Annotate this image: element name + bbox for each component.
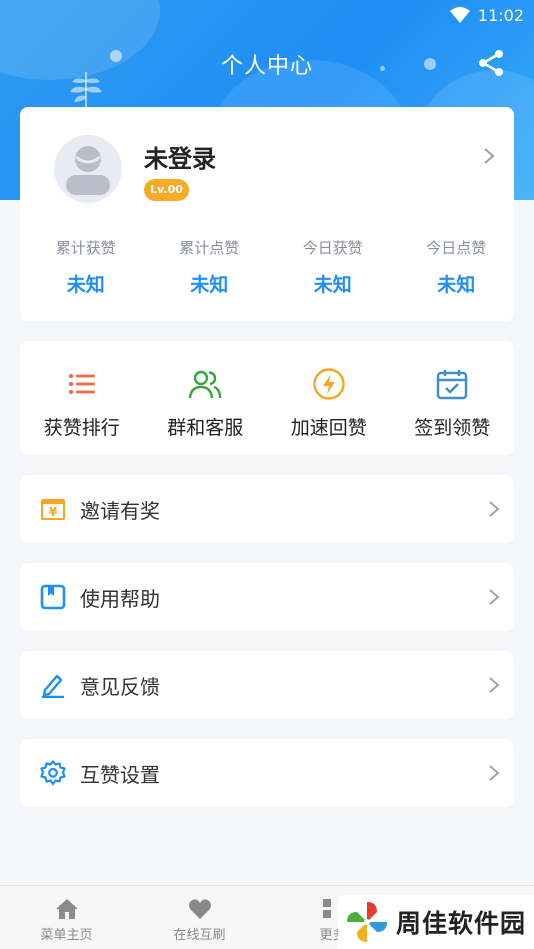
action-group-service[interactable]: 群和客服 [144,341,268,455]
pinwheel-logo-icon [347,902,387,942]
calendar-check-icon [437,370,468,400]
svg-text:¥: ¥ [49,505,58,519]
stat-label: 累计点赞 [179,239,240,257]
stat-value: 未知 [190,274,229,296]
action-label: 加速回赞 [290,417,367,439]
level-badge: Lv.00 [144,179,189,201]
stat-label: 累计获赞 [55,239,116,257]
action-label: 获赞排行 [43,417,120,439]
menu-label: 互赞设置 [80,762,160,787]
nav-label: 在线互刷 [173,928,226,943]
stat-total-received: 累计获赞 未知 [20,237,144,297]
action-label: 群和客服 [167,417,244,439]
stat-label: 今日点赞 [426,239,487,257]
menu-label: 邀请有奖 [80,498,160,523]
menu-invite-reward[interactable]: ¥ 邀请有奖 [20,475,514,543]
menu-help[interactable]: 使用帮助 [20,563,514,631]
action-sign-in[interactable]: 签到领赞 [391,341,515,455]
wifi-icon [449,7,470,23]
menu-label: 意见反馈 [80,674,160,699]
chevron-right-icon [489,501,500,517]
stat-today-received: 今日获赞 未知 [267,237,391,297]
stat-value: 未知 [313,274,352,296]
action-label: 签到领赞 [414,417,491,439]
chevron-right-icon [489,765,500,781]
share-icon[interactable] [476,48,506,78]
chevron-right-icon [489,589,500,605]
nav-online-brush[interactable]: 在线互刷 [133,886,266,949]
home-icon [55,899,78,919]
user-avatar-icon [66,146,110,195]
heart-icon [188,899,211,919]
watermark-text: 周佳软件园 [396,909,527,938]
stats-row: 累计获赞 未知 累计点赞 未知 今日获赞 未知 今日点赞 未知 [20,237,514,297]
chevron-right-icon[interactable] [482,147,496,165]
stat-label: 今日获赞 [302,239,363,257]
action-ranking[interactable]: 获赞排行 [20,341,144,455]
quick-actions-card: 获赞排行 群和客服 加速回赞 签到领赞 [20,341,514,455]
stat-total-given: 累计点赞 未知 [144,237,268,297]
watermark: 周佳软件园 [338,895,534,949]
stat-value: 未知 [437,274,476,296]
nav-label: 菜单主页 [40,928,93,943]
lightning-icon [313,368,345,400]
pencil-icon [42,674,64,698]
chevron-right-icon [489,677,500,693]
gear-icon [40,760,66,786]
page-title: 个人中心 [220,54,313,79]
book-icon [40,584,66,610]
gift-yuan-icon: ¥ [41,499,65,520]
users-icon [189,370,222,399]
username: 未登录 [144,145,216,173]
action-speed-return[interactable]: 加速回赞 [267,341,391,455]
status-time: 11:02 [477,5,524,25]
menu-label: 使用帮助 [80,586,160,611]
stat-today-given: 今日点赞 未知 [391,237,515,297]
menu-feedback[interactable]: 意见反馈 [20,651,514,719]
profile-card[interactable]: 未登录 Lv.00 累计获赞 未知 累计点赞 未知 今日获赞 未知 今日点赞 未… [20,107,514,321]
avatar[interactable] [54,135,122,203]
list-icon [68,373,95,395]
menu-settings[interactable]: 互赞设置 [20,739,514,807]
status-bar: 11:02 [0,0,534,30]
stat-value: 未知 [66,274,105,296]
nav-home[interactable]: 菜单主页 [0,886,133,949]
